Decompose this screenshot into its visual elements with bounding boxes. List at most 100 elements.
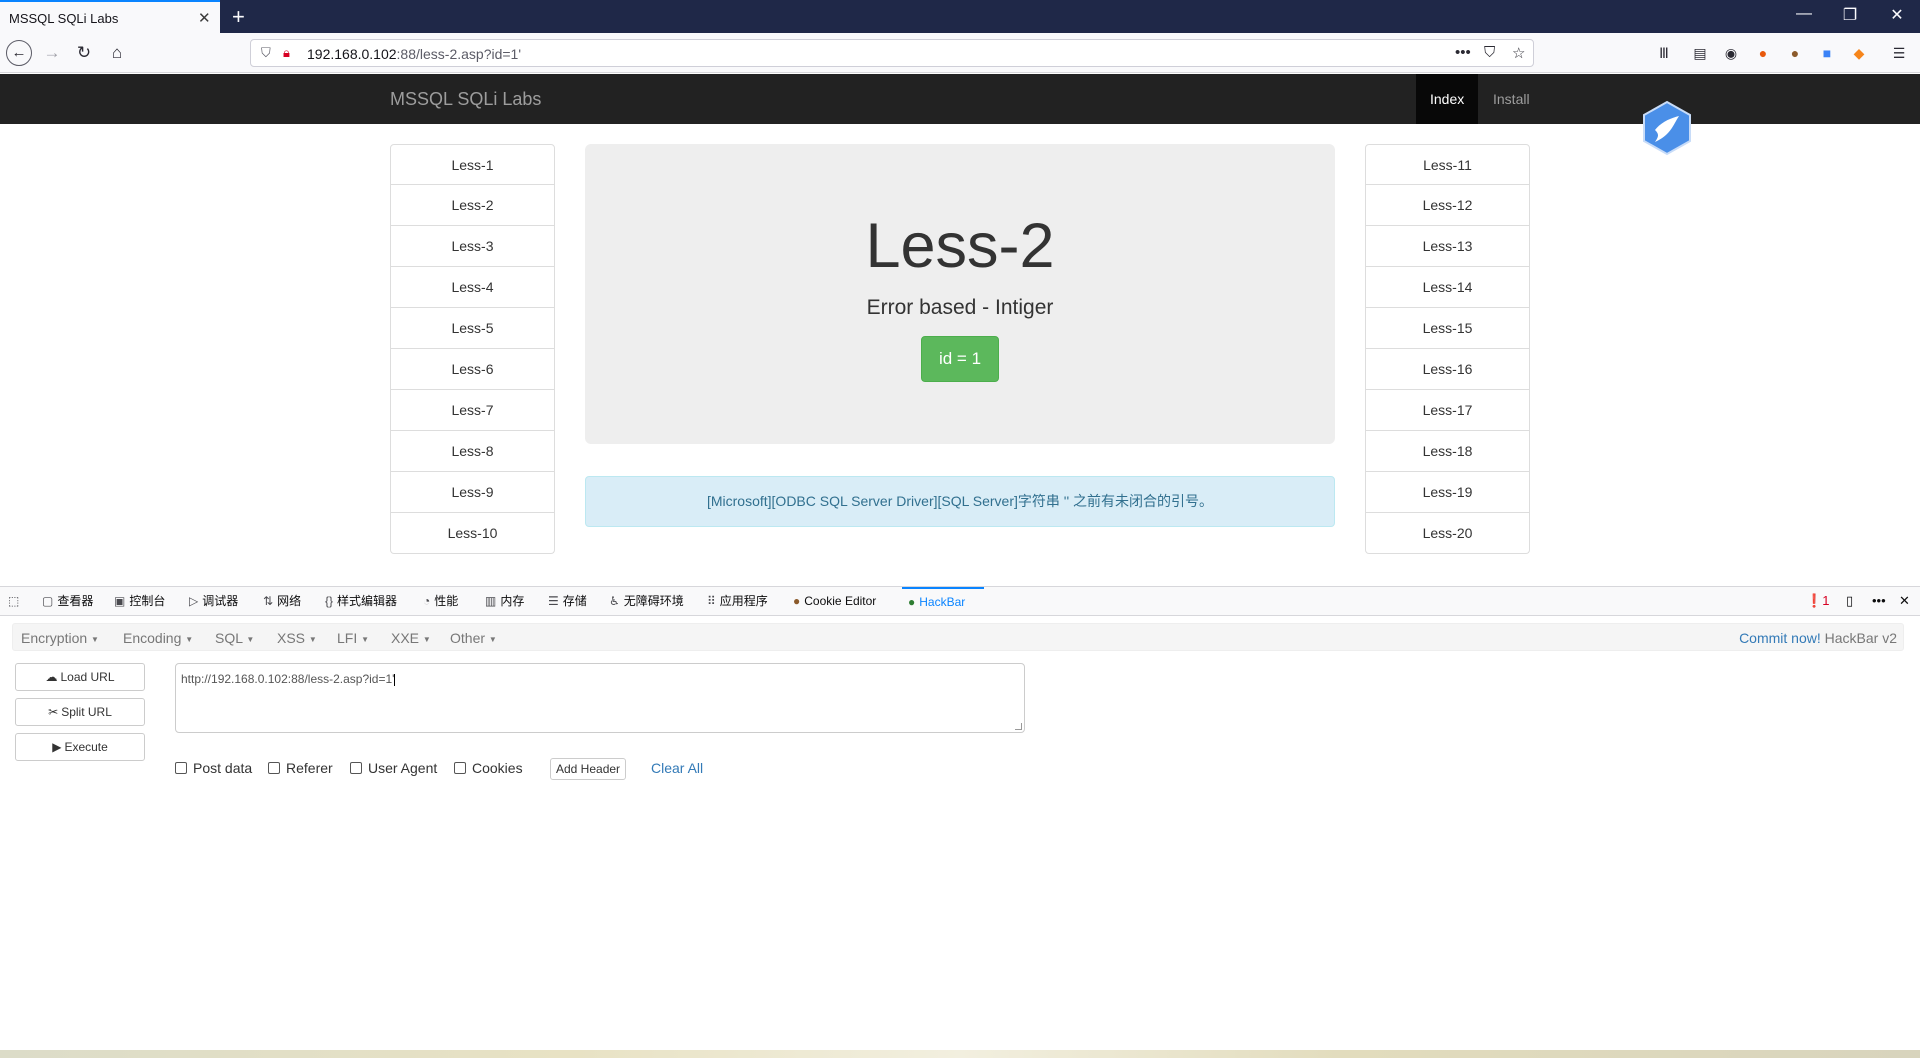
- library-icon[interactable]: Ⅲ: [1654, 43, 1674, 63]
- more-icon[interactable]: •••: [1455, 44, 1471, 61]
- post-data-checkbox[interactable]: Post data: [175, 760, 252, 776]
- pocket-icon[interactable]: ⛉: [1484, 44, 1495, 61]
- bookmark-star-icon[interactable]: ☆: [1512, 44, 1525, 62]
- bird-extension-icon[interactable]: [1641, 100, 1693, 156]
- minimize-icon[interactable]: —: [1781, 5, 1827, 23]
- lesson-link[interactable]: Less-20: [1365, 513, 1530, 554]
- menu-lfi[interactable]: LFI ▼: [337, 630, 369, 646]
- lesson-link[interactable]: Less-11: [1365, 144, 1530, 185]
- commit-now: Commit now! HackBar v2: [1739, 630, 1897, 646]
- user-agent-checkbox[interactable]: User Agent: [350, 760, 437, 776]
- accessibility-icon: ♿︎: [609, 594, 620, 608]
- menu-sql[interactable]: SQL ▼: [215, 630, 254, 646]
- lesson-link[interactable]: Less-8: [390, 431, 555, 472]
- url-path: :88/less-2.asp?id=1': [396, 46, 522, 62]
- menu-encryption[interactable]: Encryption ▼: [21, 630, 99, 646]
- tab-accessibility[interactable]: ♿︎ 无障碍环境: [609, 587, 684, 616]
- dock-icon[interactable]: ▯: [1846, 593, 1853, 609]
- nav-index[interactable]: Index: [1416, 74, 1479, 124]
- back-arrow-icon[interactable]: ←: [6, 40, 32, 66]
- browser-tab[interactable]: MSSQL SQLi Labs ✕: [0, 0, 220, 33]
- lesson-link[interactable]: Less-13: [1365, 226, 1530, 267]
- restore-icon[interactable]: ❐: [1827, 5, 1873, 25]
- menu-other[interactable]: Other ▼: [450, 630, 497, 646]
- lesson-link[interactable]: Less-6: [390, 349, 555, 390]
- site-brand[interactable]: MSSQL SQLi Labs: [390, 89, 541, 110]
- hackbar-icon: ●: [908, 595, 916, 609]
- lesson-link[interactable]: Less-18: [1365, 431, 1530, 472]
- site-navbar: MSSQL SQLi Labs Index Install: [0, 74, 1920, 124]
- lesson-link[interactable]: Less-17: [1365, 390, 1530, 431]
- lesson-link[interactable]: Less-15: [1365, 308, 1530, 349]
- lesson-link[interactable]: Less-1: [390, 144, 555, 185]
- tab-hackbar[interactable]: ● HackBar: [902, 587, 984, 616]
- sidebar-icon[interactable]: ▤: [1690, 43, 1710, 63]
- extension-icon[interactable]: ●: [1753, 43, 1773, 63]
- lesson-link[interactable]: Less-3: [390, 226, 555, 267]
- cloud-download-icon: ☁: [45, 670, 58, 684]
- menu-xxe[interactable]: XXE ▼: [391, 630, 431, 646]
- forward-arrow-icon[interactable]: →: [40, 41, 64, 65]
- clear-all-link[interactable]: Clear All: [651, 760, 703, 776]
- tab-debugger[interactable]: ▷ 调试器: [189, 587, 238, 616]
- url-text[interactable]: 192.168.0.102:88/less-2.asp?id=1': [307, 46, 521, 62]
- split-url-button[interactable]: ✂ Split URL: [15, 698, 145, 726]
- lesson-link[interactable]: Less-10: [390, 513, 555, 554]
- tab-application[interactable]: ⠿ 应用程序: [707, 587, 768, 616]
- cookie-extension-icon[interactable]: ●: [1785, 43, 1805, 63]
- tab-performance[interactable]: ◔ 性能: [423, 587, 458, 616]
- menu-xss[interactable]: XSS ▼: [277, 630, 317, 646]
- devtools-close-icon[interactable]: ✕: [1899, 593, 1910, 609]
- lesson-link[interactable]: Less-7: [390, 390, 555, 431]
- console-icon: ▣: [114, 594, 126, 608]
- tab-console[interactable]: ▣ 控制台: [114, 587, 165, 616]
- nav-install[interactable]: Install: [1479, 74, 1544, 124]
- window-close-icon[interactable]: ✕: [1874, 5, 1920, 25]
- url-textarea[interactable]: http://192.168.0.102:88/less-2.asp?id=1': [175, 663, 1025, 733]
- lesson-link[interactable]: Less-14: [1365, 267, 1530, 308]
- tab-storage[interactable]: ☰ 存储: [548, 587, 587, 616]
- tab-cookie-editor[interactable]: ● Cookie Editor: [793, 587, 876, 616]
- home-icon[interactable]: ⌂: [105, 41, 129, 65]
- error-count-badge[interactable]: ❗1: [1806, 593, 1829, 609]
- tab-style-editor[interactable]: {} 样式编辑器: [325, 587, 397, 616]
- lesson-link[interactable]: Less-2: [390, 185, 555, 226]
- menu-encoding[interactable]: Encoding ▼: [123, 630, 193, 646]
- reload-icon[interactable]: ↻: [72, 41, 96, 65]
- url-bar[interactable]: ⛉ 🔒︎ 192.168.0.102:88/less-2.asp?id=1' •…: [250, 39, 1534, 67]
- devtools-more-icon[interactable]: •••: [1872, 593, 1886, 608]
- id-button[interactable]: id = 1: [921, 336, 999, 382]
- load-url-button[interactable]: ☁ Load URL: [15, 663, 145, 691]
- fox-extension-icon[interactable]: ◆: [1849, 43, 1869, 63]
- insecure-lock-icon[interactable]: 🔒︎: [283, 45, 290, 61]
- tab-memory[interactable]: ▥ 内存: [485, 587, 524, 616]
- text-cursor: [394, 673, 396, 686]
- grid-icon: ⠿: [707, 594, 716, 608]
- lesson-link[interactable]: Less-5: [390, 308, 555, 349]
- tab-inspector[interactable]: ▢ 查看器: [42, 587, 93, 616]
- lesson-link[interactable]: Less-12: [1365, 185, 1530, 226]
- url-host: 192.168.0.102: [307, 46, 397, 62]
- cookies-checkbox[interactable]: Cookies: [454, 760, 523, 776]
- gauge-icon: ◔: [423, 594, 431, 608]
- left-lesson-list: Less-1 Less-2 Less-3 Less-4 Less-5 Less-…: [390, 144, 555, 554]
- referer-checkbox[interactable]: Referer: [268, 760, 333, 776]
- scissors-icon: ✂: [48, 705, 59, 719]
- right-lesson-list: Less-11 Less-12 Less-13 Less-14 Less-15 …: [1365, 144, 1530, 554]
- commit-now-link[interactable]: Commit now!: [1739, 630, 1821, 646]
- translate-extension-icon[interactable]: ■: [1817, 43, 1837, 63]
- tab-network[interactable]: ⇅ 网络: [263, 587, 301, 616]
- account-icon[interactable]: ◉: [1721, 43, 1741, 63]
- menu-icon[interactable]: ☰: [1889, 43, 1909, 63]
- braces-icon: {}: [325, 594, 334, 608]
- lesson-link[interactable]: Less-9: [390, 472, 555, 513]
- lesson-link[interactable]: Less-19: [1365, 472, 1530, 513]
- lesson-link[interactable]: Less-4: [390, 267, 555, 308]
- lesson-link[interactable]: Less-16: [1365, 349, 1530, 390]
- shield-icon[interactable]: ⛉: [261, 45, 271, 61]
- tab-close-icon[interactable]: ✕: [198, 9, 211, 27]
- new-tab-button[interactable]: +: [232, 4, 245, 30]
- execute-button[interactable]: ▶ Execute: [15, 733, 145, 761]
- add-header-button[interactable]: Add Header: [550, 758, 627, 780]
- element-picker-icon[interactable]: ⬚: [8, 587, 23, 616]
